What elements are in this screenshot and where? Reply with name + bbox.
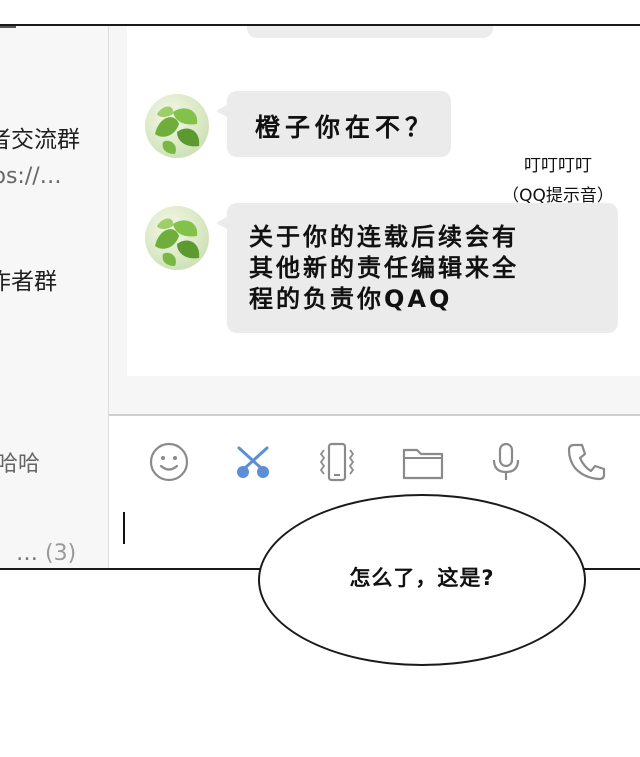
contact-avatar[interactable] [145,206,209,270]
contact-name-2[interactable]: 作者群 [0,262,57,296]
contact-preview-4[interactable]: … (3) [16,541,76,566]
message-bubble-2[interactable]: 关于你的连载后续会有 其他新的责任编辑来全 程的负责你QAQ [216,203,618,333]
contact-preview-3[interactable]: 哈哈 [0,446,40,478]
call-button[interactable] [564,440,608,484]
scissors-icon [237,446,269,478]
contact-preview-dash [0,26,16,28]
screenshot-button[interactable] [231,440,275,484]
message-bubble-1[interactable]: 橙子你在不？ [216,91,451,157]
folder-icon [402,448,444,480]
qq-chat-panel: 者交流群 ps://… 作者群 哈哈 … (3) [0,24,640,570]
shake-button[interactable] [315,440,359,484]
leaf-avatar-icon [155,106,200,154]
emoji-button[interactable] [147,440,191,484]
leaf-avatar-icon [155,218,200,266]
contact-preview-1[interactable]: ps://… [0,164,62,189]
microphone-icon [492,442,520,480]
message-text-2-line-2: 其他新的责任编辑来全 [249,254,519,282]
unread-count: (3) [45,541,77,566]
shake-icon [319,442,355,482]
previous-message-bubble [247,26,493,38]
comic-page: 者交流群 ps://… 作者群 哈哈 … (3) [0,0,640,757]
contact-name-1[interactable]: 者交流群 [0,120,80,154]
sound-effect-text: 叮叮叮叮 [524,156,592,176]
text-input-cursor[interactable] [123,512,125,544]
phone-icon [567,443,606,481]
file-button[interactable] [401,440,445,484]
message-text-1: 橙子你在不？ [255,113,436,142]
balloon-text: 怎么了，这是? [349,566,495,590]
voice-button[interactable] [484,440,528,484]
message-text-2-line-3: 程的负责你QAQ [249,285,453,313]
contact-preview-4-text: … [16,541,38,566]
contact-avatar[interactable] [145,94,209,158]
message-text-2-line-1: 关于你的连载后续会有 [249,223,519,251]
speech-balloon: 怎么了，这是? [258,494,586,666]
contact-list: 者交流群 ps://… 作者群 哈哈 … (3) [0,26,109,568]
emoji-icon [149,442,189,482]
notification-sound-effect: 叮叮叮叮 （QQ提示音） [488,151,628,211]
